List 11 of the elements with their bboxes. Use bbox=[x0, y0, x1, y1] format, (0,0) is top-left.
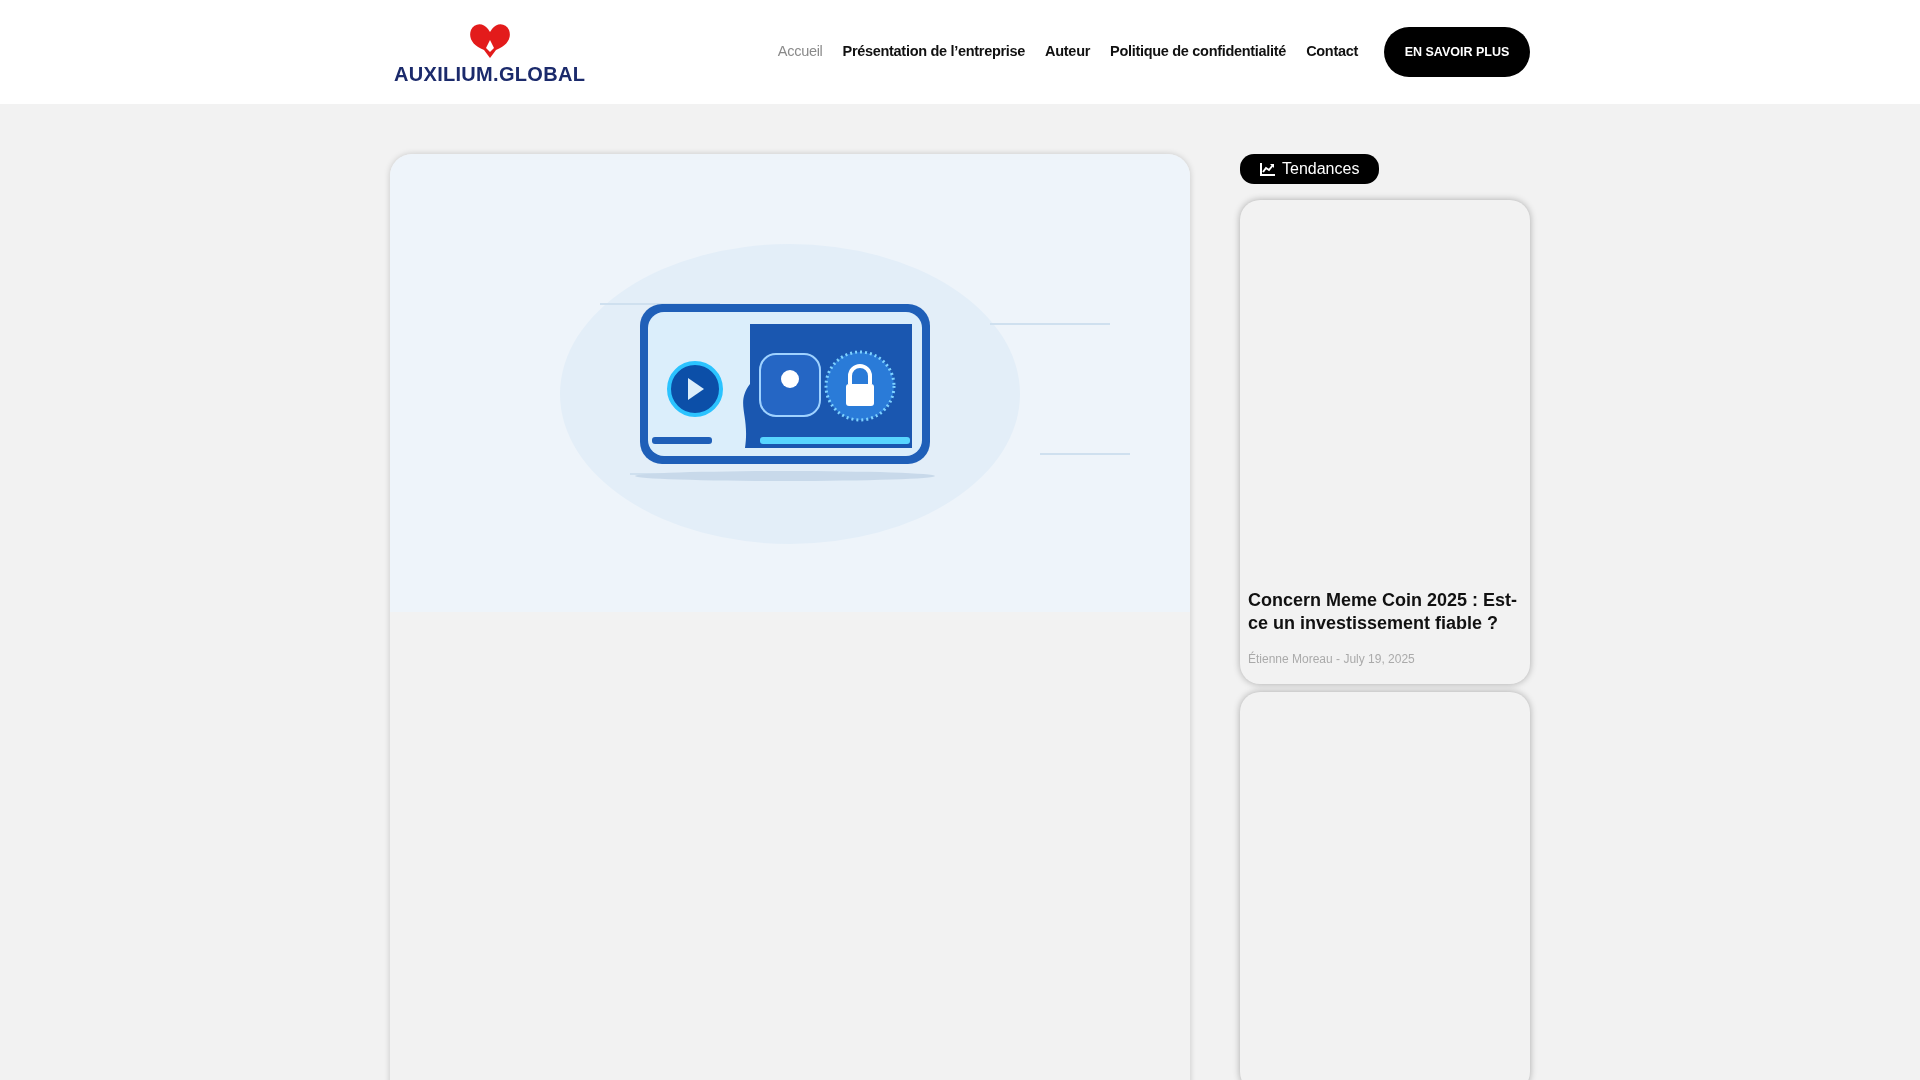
nav-link[interactable]: Politique de confidentialité bbox=[1100, 41, 1297, 63]
post-meta: Étienne Moreau - July 19, 2025 bbox=[1248, 650, 1416, 668]
logo-text: AUXILIUM.GLOBAL bbox=[394, 64, 586, 84]
chart-icon bbox=[1260, 162, 1275, 176]
learn-more-button[interactable]: EN SAVOIR PLUS bbox=[1384, 27, 1530, 77]
trending-badge: Tendances bbox=[1240, 154, 1380, 184]
nav-link[interactable]: Accueil bbox=[767, 41, 833, 63]
nav-link[interactable]: Contact bbox=[1296, 41, 1368, 63]
nav-link[interactable]: Présentation de l’entreprise bbox=[832, 41, 1036, 63]
post-title[interactable]: Concern Meme Coin 2025 : Est-ce un investissement fiable ? bbox=[1248, 589, 1522, 634]
nav-link[interactable]: Auteur bbox=[1035, 41, 1101, 63]
